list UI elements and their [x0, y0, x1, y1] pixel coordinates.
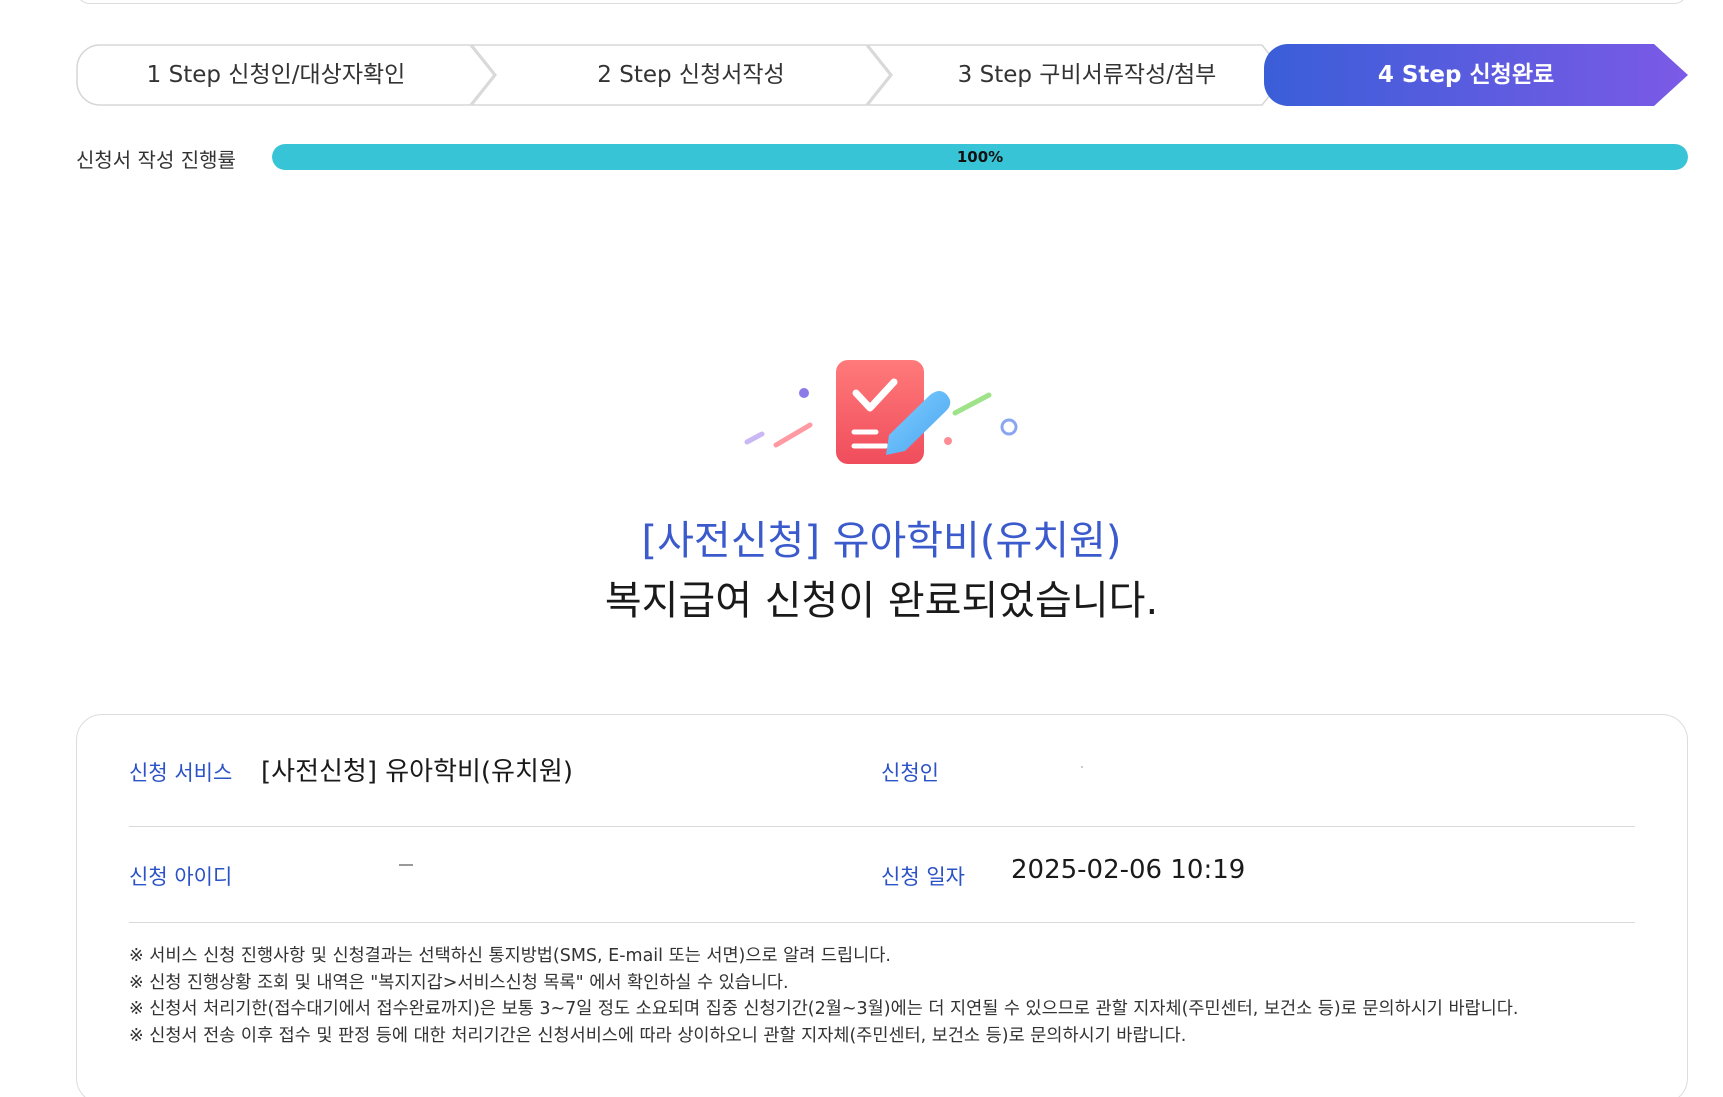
date-label: 신청 일자	[881, 865, 965, 889]
applicant-redacted-mark	[1081, 766, 1083, 768]
notice-item: ※ 신청서 전송 이후 접수 및 판정 등에 대한 처리기간은 신청서비스에 따…	[129, 1025, 1187, 1046]
step-4-active: 4 Step 신청완료	[1264, 44, 1688, 106]
service-label: 신청 서비스	[129, 761, 233, 785]
summary-row-service: 신청 서비스 [사전신청] 유아학비(유치원) 신청인	[129, 715, 1635, 827]
summary-row-id-date: 신청 아이디 신청 일자 2025-02-06 10:19	[129, 827, 1635, 923]
id-label: 신청 아이디	[129, 865, 233, 889]
application-complete-page: 1 Step 신청인/대상자확인 2 Step 신청서작성 3 Step 구비서…	[0, 0, 1723, 1097]
top-panel-edge	[76, 0, 1688, 4]
notice-item: ※ 서비스 신청 진행사항 및 신청결과는 선택하신 통지방법(SMS, E-m…	[129, 946, 891, 966]
document-check-icon	[744, 360, 1018, 464]
progress-label: 신청서 작성 진행률	[76, 148, 236, 172]
application-summary-card: 신청 서비스 [사전신청] 유아학비(유치원) 신청인 신청 아이디 신청 일자…	[76, 714, 1688, 1097]
step-1-label: 1 Step 신청인/대상자확인	[146, 62, 406, 88]
progress-percent: 100%	[956, 148, 1004, 166]
step-1: 1 Step 신청인/대상자확인	[76, 44, 496, 106]
step-3: 3 Step 구비서류작성/첨부	[866, 44, 1288, 106]
step-4-label: 4 Step 신청완료	[1377, 62, 1555, 88]
notice-item: ※ 신청 진행상황 조회 및 내역은 "복지지갑>서비스신청 목록" 에서 확인…	[129, 972, 789, 993]
notice-item: ※ 신청서 처리기한(접수대기에서 접수완료까지)은 보통 3~7일 정도 소요…	[129, 999, 1519, 1019]
notice-list: ※ 서비스 신청 진행사항 및 신청결과는 선택하신 통지방법(SMS, E-m…	[129, 943, 1635, 1049]
completion-message: 복지급여 신청이 완료되었습니다.	[604, 578, 1159, 624]
step-indicator: 1 Step 신청인/대상자확인 2 Step 신청서작성 3 Step 구비서…	[76, 44, 1688, 106]
step-3-label: 3 Step 구비서류작성/첨부	[957, 62, 1217, 88]
step-2: 2 Step 신청서작성	[470, 44, 892, 106]
date-value: 2025-02-06 10:19	[1011, 855, 1246, 885]
service-value: [사전신청] 유아학비(유치원)	[261, 757, 573, 787]
applicant-label: 신청인	[881, 761, 939, 785]
id-redacted-mark	[399, 864, 413, 866]
completion-service-title: [사전신청] 유아학비(유치원)	[641, 518, 1122, 564]
step-2-label: 2 Step 신청서작성	[597, 62, 785, 88]
progress-bar: 100%	[272, 144, 1688, 170]
